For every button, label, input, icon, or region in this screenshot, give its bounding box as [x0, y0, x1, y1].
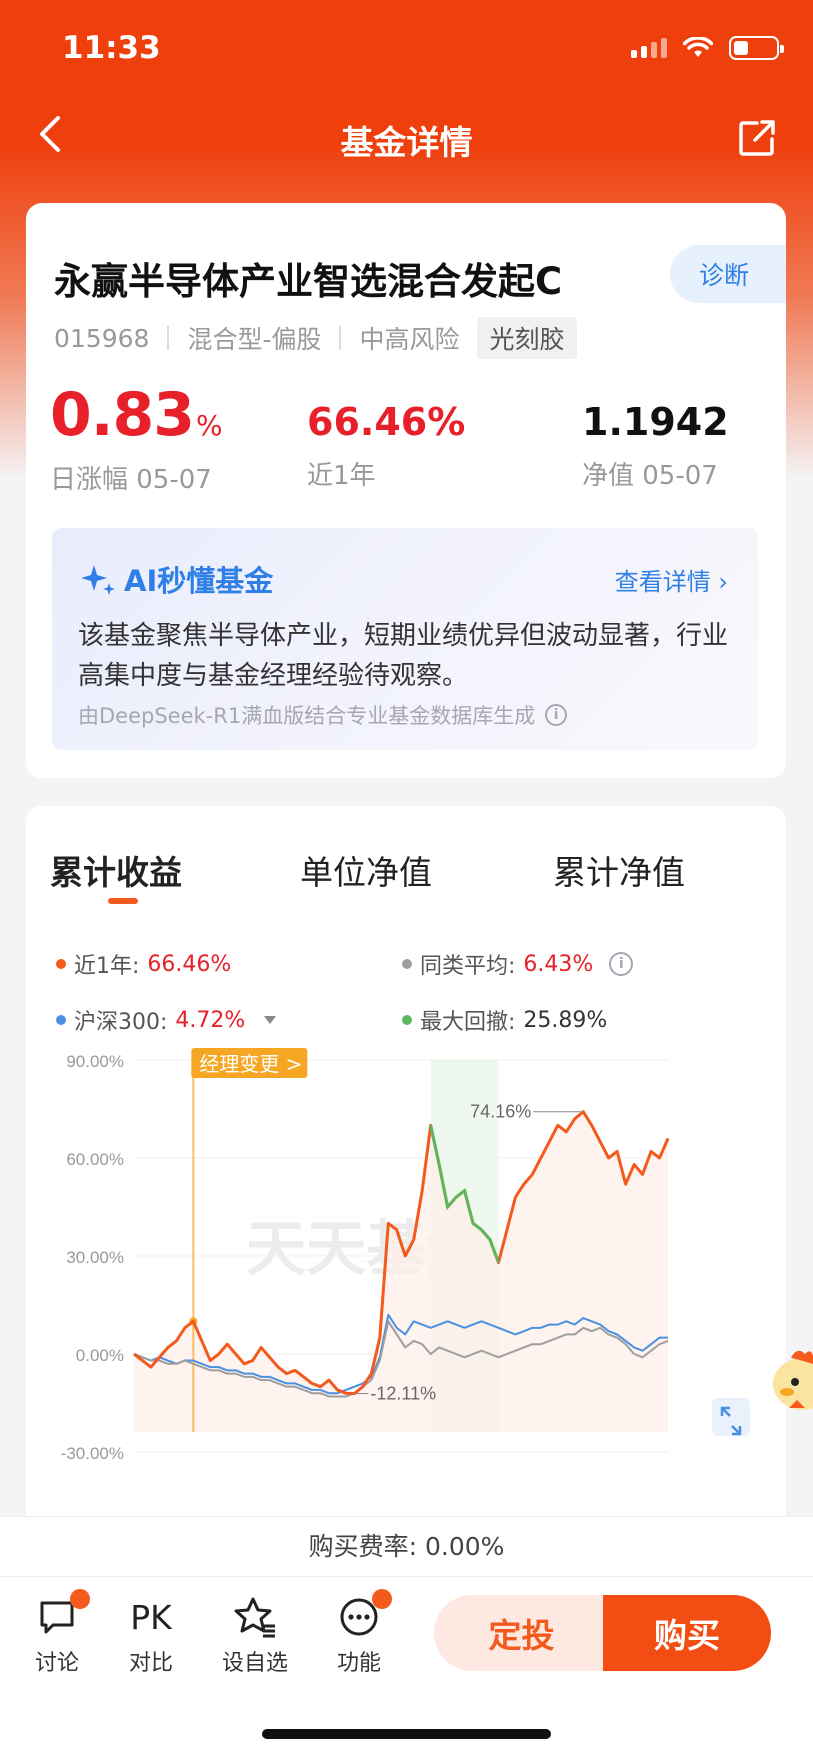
chart-tabs: 累计收益 单位净值 累计净值 — [26, 846, 786, 906]
status-time: 11:33 — [62, 30, 161, 66]
legend-hs300-dot — [56, 1015, 66, 1025]
daily-change-value: 0.83% — [50, 380, 223, 450]
status-icons — [631, 36, 784, 60]
home-area — [0, 1684, 813, 1759]
max-value-label: 74.16% — [470, 1102, 531, 1122]
y-tick-label: 0.00% — [76, 1346, 124, 1365]
y-tick-label: 60.00% — [66, 1150, 124, 1169]
legend-peer-dot — [402, 959, 412, 969]
fund-name: 永赢半导体产业智选混合发起C — [54, 260, 563, 303]
kpi-daily: 0.83% 日涨幅 05-07 — [50, 380, 223, 496]
more-functions-button[interactable]: 功能 — [314, 1589, 404, 1677]
diagnose-button[interactable]: 诊断 — [670, 245, 786, 303]
status-bar: 11:33 — [0, 0, 813, 95]
cellular-signal-icon — [631, 38, 667, 58]
daily-change-label: 日涨幅 05-07 — [50, 465, 212, 495]
legend-peer: 同类平均: 6.43% i — [402, 948, 634, 980]
nav-value: 1.1942 — [582, 400, 729, 444]
purchase-fee: 购买费率: 0.00% — [0, 1516, 813, 1576]
divider — [167, 326, 170, 350]
legend-fund: 近1年: 66.46% — [56, 948, 231, 980]
legend-fund-dot — [56, 959, 66, 969]
battery-icon — [729, 36, 784, 60]
fund-summary-card: 永赢半导体产业智选混合发起C 诊断 015968 混合型-偏股 中高风险 光刻胶… — [26, 203, 786, 778]
buy-button[interactable]: 购买 — [603, 1595, 771, 1671]
manager-change-label: 经理变更 > — [199, 1052, 302, 1076]
kpi-nav: 1.1942 净值 05-07 — [582, 385, 729, 492]
year-return-value: 66.46% — [307, 400, 466, 444]
bottom-action-bar: 讨论 PK 对比 设自选 功能 定投 购买 — [0, 1576, 813, 1684]
ai-source-note: 由DeepSeek-R1满血版结合专业基金数据库生成 i — [78, 700, 568, 730]
fund-code: 015968 — [54, 323, 150, 353]
auto-invest-button[interactable]: 定投 — [434, 1595, 609, 1671]
notification-badge — [372, 1589, 392, 1609]
active-tab-indicator — [108, 898, 138, 904]
ai-summary-text: 该基金聚焦半导体产业，短期业绩优异但波动显著，行业高集中度与基金经理经验待观察。 — [78, 621, 729, 691]
info-icon[interactable]: i — [545, 704, 568, 726]
nav-label: 净值 05-07 — [582, 461, 718, 491]
legend-drawdown-dot — [402, 1015, 412, 1025]
wifi-icon — [683, 37, 713, 57]
pk-icon: PK — [130, 1597, 172, 1637]
return-chart[interactable]: 90.00% 60.00% 30.00% 0.00% -30.00% 天天基金 经理变更 >… — [26, 1046, 786, 1526]
legend-hs300[interactable]: 沪深300: 4.72% — [56, 1004, 277, 1036]
tab-cumulative-nav[interactable]: 累计净值 — [553, 846, 685, 894]
fund-theme-tag[interactable]: 光刻胶 — [477, 317, 577, 359]
legend-max-drawdown: 最大回撤: 25.89% — [402, 1004, 607, 1036]
year-return-label: 近1年 — [307, 461, 376, 491]
ai-summary-box: AI秒懂基金 查看详情 › 该基金聚焦半导体产业，短期业绩优异但波动显著，行业高… — [52, 528, 758, 750]
return-chart-svg: 90.00%60.00%30.00%0.00%-30.00%天天基金经理变更 >… — [61, 1048, 750, 1463]
ai-detail-link[interactable]: 查看详情 › — [615, 562, 728, 597]
sparkle-icon — [81, 565, 115, 595]
info-icon[interactable]: i — [609, 952, 634, 976]
mascot-icon[interactable] — [763, 1342, 813, 1422]
add-watchlist-button[interactable]: 设自选 — [210, 1595, 300, 1677]
dropdown-icon[interactable] — [263, 1015, 277, 1025]
share-icon[interactable] — [737, 118, 777, 158]
page-title: 基金详情 — [340, 123, 473, 162]
y-tick-label: 30.00% — [66, 1248, 124, 1267]
star-list-icon — [234, 1597, 275, 1638]
fund-risk: 中高风险 — [359, 325, 460, 354]
y-tick-label: -30.00% — [61, 1444, 124, 1463]
expand-icon — [712, 1398, 750, 1436]
fund-meta: 015968 混合型-偏股 中高风险 光刻胶 — [54, 317, 577, 359]
ai-summary-title: AI秒懂基金 — [78, 558, 273, 600]
compare-button[interactable]: PK 对比 — [106, 1595, 196, 1677]
home-indicator[interactable] — [262, 1729, 551, 1739]
divider — [339, 326, 342, 350]
nav-bar: 基金详情 — [0, 100, 813, 180]
discuss-button[interactable]: 讨论 — [12, 1589, 102, 1677]
kpi-year: 66.46% 近1年 — [307, 385, 465, 492]
tab-cumulative-return[interactable]: 累计收益 — [50, 846, 182, 894]
performance-card: 累计收益 单位净值 累计净值 近1年: 66.46% 同类平均: 6.43% i 沪… — [26, 806, 786, 1526]
min-value-label: -12.11% — [370, 1384, 436, 1404]
tab-unit-nav[interactable]: 单位净值 — [300, 846, 432, 894]
notification-badge — [70, 1589, 90, 1609]
y-tick-label: 90.00% — [66, 1052, 124, 1071]
fund-type: 混合型-偏股 — [187, 325, 322, 354]
